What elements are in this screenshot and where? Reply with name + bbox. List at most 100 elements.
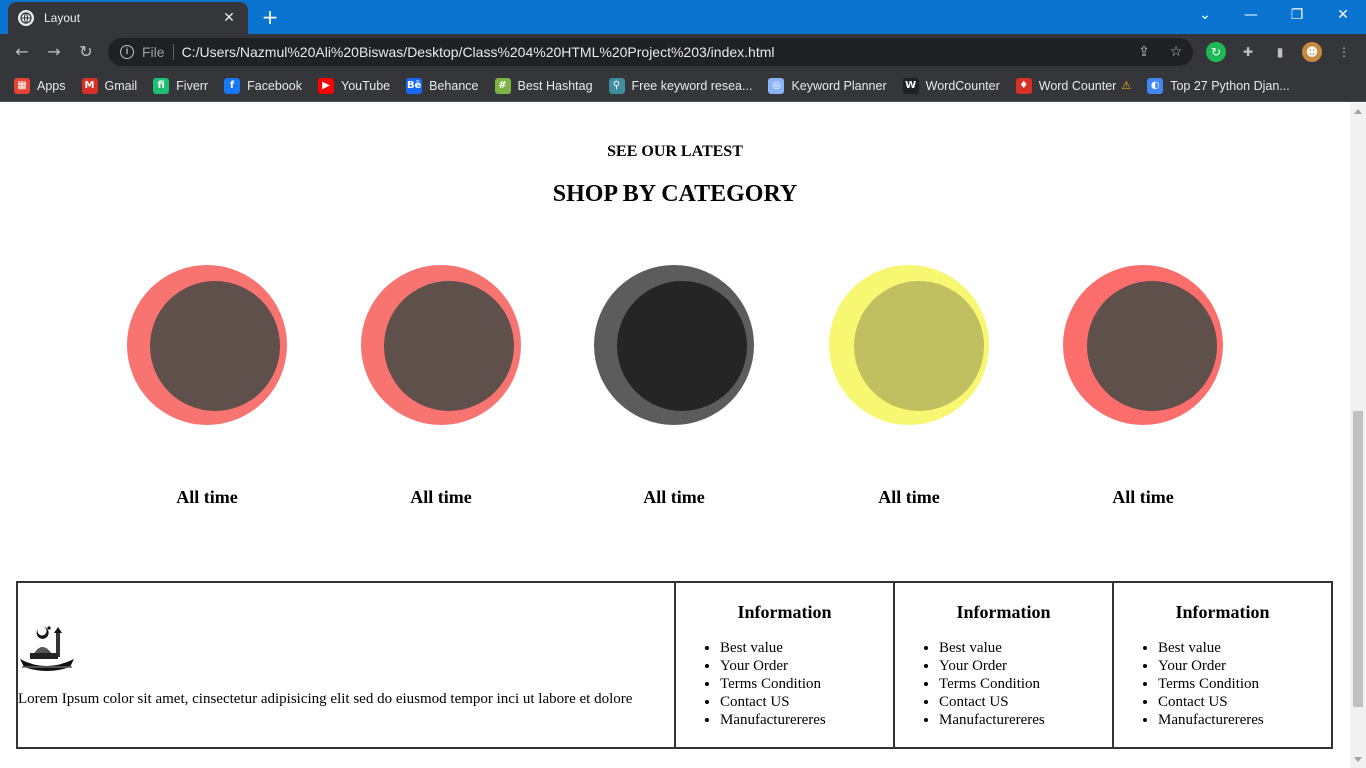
category-card[interactable]: All time [1063, 265, 1223, 507]
category-inner-circle [150, 281, 280, 411]
bookmark-item[interactable]: ▶ YouTube [318, 77, 391, 94]
reload-icon[interactable]: ↻ [74, 40, 98, 64]
category-inner-circle [617, 281, 747, 411]
browser-toolbar: ← → ↻ i File C:/Users/Nazmul%20Ali%20Bis… [0, 34, 1366, 70]
category-inner-circle [1087, 281, 1217, 411]
footer-info-title: Information [956, 601, 1051, 622]
footer-link[interactable]: Terms Condition [720, 675, 889, 693]
category-label[interactable]: All time [809, 487, 1009, 508]
footer-link[interactable]: Contact US [720, 693, 889, 711]
tab-search-chevron-icon[interactable]: ⌄ [1182, 0, 1228, 30]
minimize-button[interactable]: — [1228, 0, 1274, 30]
footer-info-list: Best value Your Order Terms Condition Co… [1118, 639, 1327, 729]
bookmark-item[interactable]: W WordCounter [902, 77, 1000, 94]
page-viewport: SEE OUR LATEST SHOP BY CATEGORY All time… [0, 103, 1350, 768]
footer-link[interactable]: Your Order [720, 657, 889, 675]
footer-info-column: Information Best value Your Order Terms … [893, 581, 1114, 749]
category-inner-circle [384, 281, 514, 411]
new-tab-button[interactable]: + [258, 5, 282, 29]
forward-arrow-icon[interactable]: → [42, 40, 66, 64]
footer-link[interactable]: Manufacturereres [939, 711, 1108, 729]
tab-close-icon[interactable]: ✕ [220, 10, 238, 26]
bookmark-item[interactable]: fi Fiverr [153, 77, 209, 94]
close-window-button[interactable]: ✕ [1320, 0, 1366, 30]
footer-info-title: Information [1175, 601, 1270, 622]
word-counter-flame-icon: ♦ [1015, 77, 1032, 94]
scroll-down-arrow-icon[interactable] [1354, 757, 1362, 762]
extensions-puzzle-icon[interactable]: ✚ [1238, 42, 1258, 62]
wordcounter-w-icon: W [902, 77, 919, 94]
bookmark-label: Facebook [247, 78, 303, 93]
footer-link[interactable]: Manufacturereres [1158, 711, 1327, 729]
category-card[interactable]: All time [829, 265, 989, 507]
mosque-boat-logo-icon [20, 625, 74, 671]
bookmark-item[interactable]: ◎ Keyword Planner [768, 77, 887, 94]
footer-info-column: Information Best value Your Order Terms … [1112, 581, 1333, 749]
footer-info-title: Information [737, 601, 832, 622]
tab-title: Layout [44, 11, 81, 25]
category-label[interactable]: All time [1043, 487, 1243, 508]
globe-icon [18, 10, 34, 26]
site-info-icon[interactable]: i [120, 45, 134, 59]
footer-link[interactable]: Terms Condition [939, 675, 1108, 693]
category-ring [361, 265, 521, 425]
browser-tab[interactable]: Layout ✕ [8, 2, 248, 34]
category-label[interactable]: All time [107, 487, 307, 508]
footer-link[interactable]: Best value [720, 639, 889, 657]
facebook-icon: f [224, 77, 241, 94]
keyword-search-icon: ⚲ [608, 77, 625, 94]
gmail-icon: M [81, 77, 98, 94]
url-scheme: File [142, 44, 174, 60]
bookmark-star-icon[interactable]: ☆ [1164, 38, 1188, 66]
category-inner-circle [854, 281, 984, 411]
restore-button[interactable]: ❐ [1274, 0, 1320, 30]
vertical-scrollbar[interactable] [1350, 103, 1366, 768]
category-ring [127, 265, 287, 425]
side-panel-icon[interactable]: ▮ [1270, 42, 1290, 62]
footer-link[interactable]: Contact US [939, 693, 1108, 711]
bookmark-label: Apps [37, 78, 66, 93]
warning-icon: ⚠ [1121, 79, 1132, 92]
bookmark-item[interactable]: ⚲ Free keyword resea... [608, 77, 752, 94]
bookmarks-bar: ▦ Apps M Gmail fi Fiverr f Facebook ▶ YouTube Bē Be… [0, 70, 1366, 102]
bookmark-item[interactable]: f Facebook [224, 77, 303, 94]
scroll-up-arrow-icon[interactable] [1354, 109, 1362, 114]
hashtag-icon: # [494, 77, 511, 94]
profile-avatar[interactable]: ☻ [1302, 42, 1322, 62]
share-icon[interactable]: ⇪ [1132, 38, 1156, 66]
keyword-planner-icon: ◎ [768, 77, 785, 94]
url-text[interactable]: C:/Users/Nazmul%20Ali%20Biswas/Desktop/C… [182, 44, 775, 60]
bookmark-item[interactable]: ◐ Top 27 Python Djan... [1147, 77, 1290, 94]
footer-info-list: Best value Your Order Terms Condition Co… [680, 639, 889, 729]
menu-kebab-icon[interactable]: ⋮ [1334, 42, 1354, 62]
category-label[interactable]: All time [574, 487, 774, 508]
bookmark-item[interactable]: Bē Behance [406, 77, 479, 94]
category-ring [594, 265, 754, 425]
category-card[interactable]: All time [127, 265, 287, 507]
bookmark-item[interactable]: ▦ Apps [14, 77, 66, 94]
footer-link[interactable]: Your Order [1158, 657, 1327, 675]
behance-icon: Bē [406, 77, 423, 94]
bookmark-item[interactable]: # Best Hashtag [494, 77, 593, 94]
category-card[interactable]: All time [361, 265, 521, 507]
category-card[interactable]: All time [594, 265, 754, 507]
footer-link[interactable]: Contact US [1158, 693, 1327, 711]
category-ring [829, 265, 989, 425]
footer-link[interactable]: Best value [939, 639, 1108, 657]
bookmark-label: Word Counter [1038, 78, 1117, 93]
bookmark-label: Keyword Planner [791, 78, 887, 93]
bookmark-label: YouTube [341, 78, 391, 93]
footer-link[interactable]: Manufacturereres [720, 711, 889, 729]
footer-link[interactable]: Your Order [939, 657, 1108, 675]
scrollbar-thumb[interactable] [1353, 411, 1363, 707]
category-label[interactable]: All time [341, 487, 541, 508]
bookmark-label: Fiverr [176, 78, 209, 93]
bookmark-item[interactable]: M Gmail [81, 77, 137, 94]
footer-link[interactable]: Best value [1158, 639, 1327, 657]
bookmark-item[interactable]: ♦ Word Counter ⚠ [1015, 77, 1132, 94]
footer-link[interactable]: Terms Condition [1158, 675, 1327, 693]
address-bar[interactable]: i File C:/Users/Nazmul%20Ali%20Biswas/De… [108, 38, 1193, 66]
footer-info-column: Information Best value Your Order Terms … [674, 581, 895, 749]
back-arrow-icon[interactable]: ← [10, 40, 34, 64]
grammarly-extension-icon[interactable]: ↻ [1206, 42, 1226, 62]
